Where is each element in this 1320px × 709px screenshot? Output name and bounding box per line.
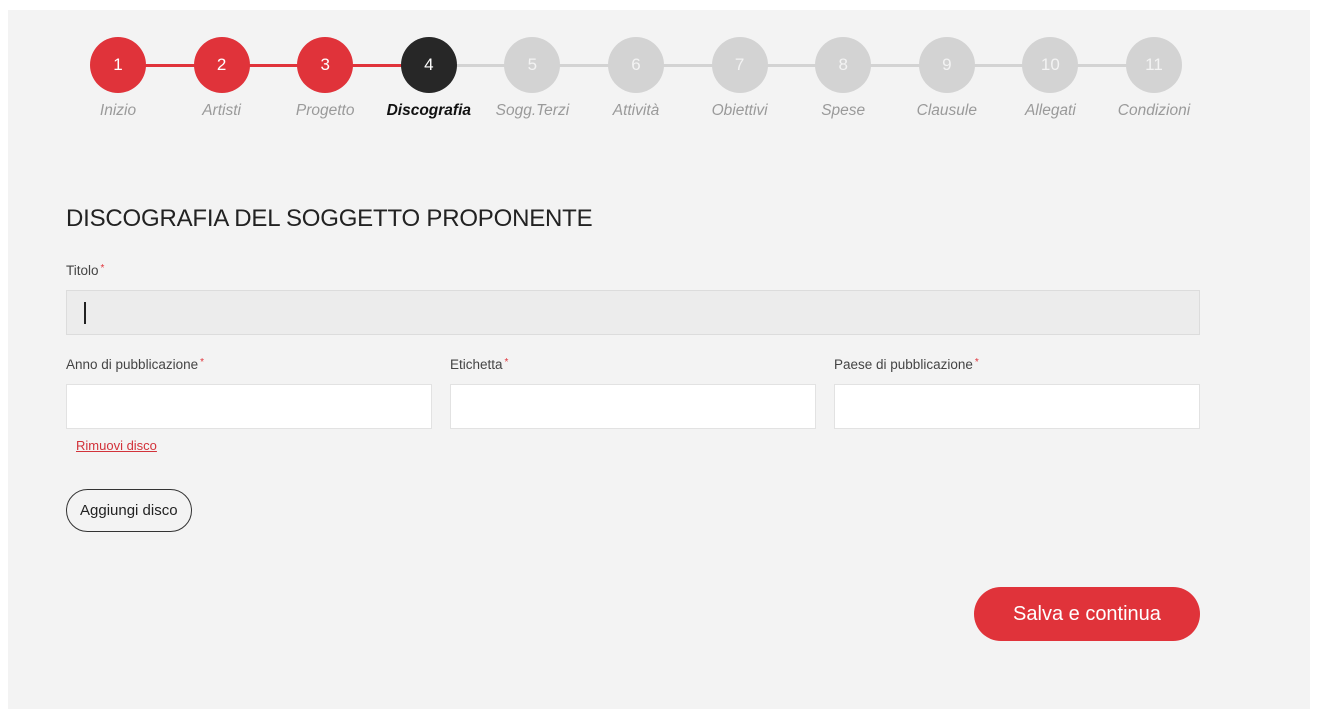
step-1[interactable]: 1 Inizio <box>63 37 173 120</box>
step-2[interactable]: 2 Artisti <box>167 37 277 120</box>
step-label: Inizio <box>99 102 137 119</box>
step-4[interactable]: 4 Discografia <box>374 37 484 120</box>
step-number-circle: 8 <box>815 37 872 93</box>
step-label: Artisti <box>202 102 241 119</box>
step-label: Clausule <box>916 102 977 119</box>
step-number-circle: 6 <box>608 37 664 93</box>
step-number-circle: 7 <box>711 37 768 93</box>
etichetta-label-text: Etichetta <box>450 357 503 372</box>
step-number-circle: 4 <box>400 37 457 93</box>
step-11[interactable]: 11 Condizioni <box>1099 37 1209 120</box>
step-9[interactable]: 9 Clausule <box>892 37 1002 120</box>
required-marker: * <box>504 357 509 368</box>
step-number-circle: 11 <box>1126 37 1182 93</box>
step-10[interactable]: 10 Allegati <box>995 37 1105 120</box>
titolo-label-text: Titolo <box>66 263 99 278</box>
paese-input[interactable] <box>834 384 1200 429</box>
anno-input[interactable] <box>66 384 432 429</box>
step-number-circle: 2 <box>193 37 250 93</box>
step-label: Spese <box>821 102 866 119</box>
etichetta-label: Etichetta * <box>450 357 508 372</box>
step-label: Obiettivi <box>711 102 768 119</box>
step-label: Progetto <box>295 102 355 119</box>
paese-label: Paese di pubblicazione * <box>834 357 979 372</box>
step-3[interactable]: 3 Progetto <box>270 37 380 120</box>
anno-label-text: Anno di pubblicazione <box>66 357 199 372</box>
text-caret <box>84 302 86 324</box>
anno-label: Anno di pubblicazione * <box>66 357 204 372</box>
required-marker: * <box>200 357 205 368</box>
section-title: DISCOGRAFIA DEL SOGGETTO PROPONENTE <box>66 205 593 232</box>
step-6[interactable]: 6 Attività <box>581 37 691 120</box>
step-number-circle: 3 <box>297 37 354 93</box>
remove-disc-link[interactable]: Rimuovi disco <box>76 438 157 453</box>
step-number-circle: 9 <box>918 37 975 93</box>
required-marker: * <box>100 263 105 274</box>
step-5[interactable]: 5 Sogg.Terzi <box>477 37 587 120</box>
required-marker: * <box>974 357 979 368</box>
form-panel: 1 Inizio 2 Artisti 3 Progetto 4 Discografia 5 Sog… <box>8 10 1310 709</box>
step-label: Sogg.Terzi <box>495 102 570 119</box>
add-disc-button[interactable]: Aggiungi disco <box>66 489 192 532</box>
step-label: Attività <box>612 102 660 119</box>
save-continue-button[interactable]: Salva e continua <box>974 587 1200 641</box>
step-number-circle: 10 <box>1022 37 1079 93</box>
progress-stepper: 1 Inizio 2 Artisti 3 Progetto 4 Discografia 5 Sog… <box>8 10 1310 150</box>
step-number-circle: 5 <box>504 37 561 93</box>
step-number-circle: 1 <box>90 37 146 93</box>
step-label: Condizioni <box>1117 102 1191 119</box>
step-label: Discografia <box>386 102 471 119</box>
step-label: Allegati <box>1024 102 1076 119</box>
titolo-label: Titolo * <box>66 263 104 278</box>
etichetta-input[interactable] <box>450 384 816 429</box>
step-8[interactable]: 8 Spese <box>788 37 898 120</box>
paese-label-text: Paese di pubblicazione <box>834 357 973 372</box>
step-7[interactable]: 7 Obiettivi <box>685 37 795 120</box>
titolo-input[interactable] <box>66 290 1200 335</box>
